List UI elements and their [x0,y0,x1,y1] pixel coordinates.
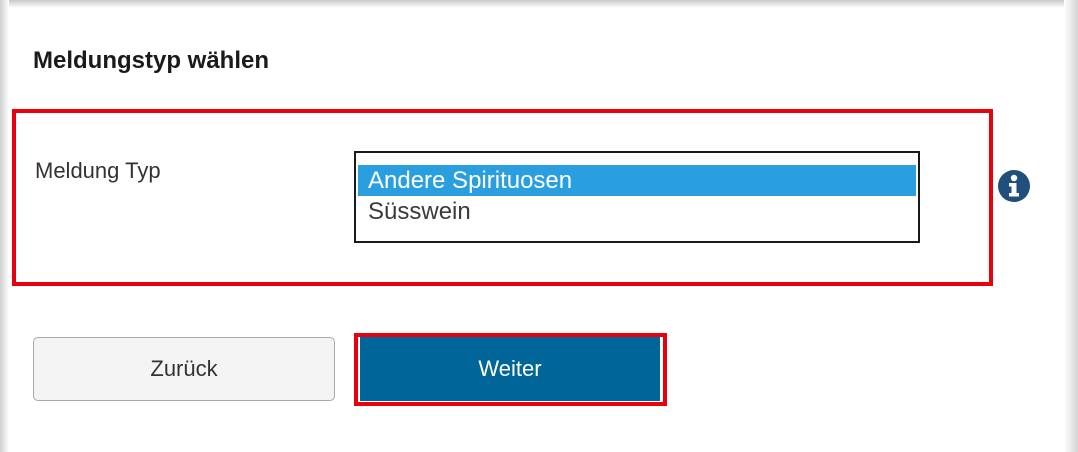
window-edge-right [1064,0,1078,452]
option-suesswein[interactable]: Süsswein [358,196,916,227]
report-type-label: Meldung Typ [35,158,161,183]
window-edge-top [0,0,1078,8]
report-type-panel: Meldungstyp wählen Meldung Typ Andere Sp… [0,0,1078,452]
window-edge-left [0,0,9,452]
option-andere-spirituosen[interactable]: Andere Spirituosen [358,165,916,196]
next-button-highlight-box [354,333,667,406]
report-type-listbox[interactable]: Andere Spirituosen Süsswein [354,151,920,243]
panel-title: Meldungstyp wählen [33,47,270,74]
info-circle-icon[interactable] [997,169,1031,203]
back-button[interactable]: Zurück [33,337,335,401]
